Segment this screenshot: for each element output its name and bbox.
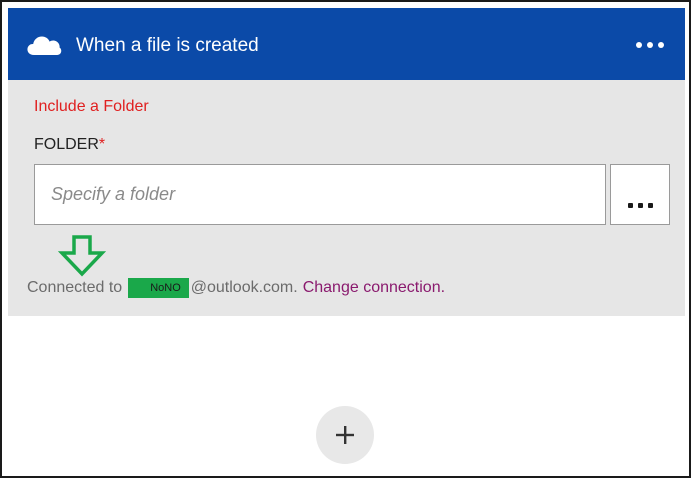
screenshot-frame: When a file is created Include a Folder …	[0, 0, 691, 478]
folder-label-text: FOLDER	[34, 136, 99, 153]
folder-input[interactable]	[34, 164, 606, 225]
browse-folder-button[interactable]	[610, 164, 670, 225]
required-marker: *	[98, 136, 106, 153]
trigger-card: When a file is created Include a Folder …	[8, 8, 685, 316]
connection-domain: @outlook.com.	[190, 279, 298, 296]
ellipsis-icon-dot	[647, 203, 653, 208]
folder-field-label: FOLDER*	[34, 135, 105, 155]
onedrive-cloud-icon	[27, 36, 62, 55]
change-connection-link[interactable]: Change connection.	[303, 278, 445, 298]
trigger-card-header[interactable]: When a file is created	[8, 8, 685, 80]
add-step-button[interactable]	[316, 406, 374, 464]
ellipsis-icon-dot	[637, 203, 643, 208]
more-options-icon-dot	[647, 42, 653, 48]
connection-prefix: Connected to	[27, 279, 123, 296]
include-folder-warning: Include a Folder	[34, 98, 149, 115]
ellipsis-icon	[627, 203, 633, 208]
connection-status: Connected to NoNO @outlook.com. Change c…	[27, 278, 445, 298]
green-down-arrow-icon	[58, 235, 106, 277]
plus-icon	[336, 426, 354, 444]
redacted-username-badge: NoNO	[128, 278, 189, 298]
trigger-title: When a file is created	[76, 35, 259, 56]
more-options-button[interactable]	[628, 32, 672, 58]
more-options-icon-dot	[658, 42, 664, 48]
more-options-icon	[636, 42, 642, 48]
